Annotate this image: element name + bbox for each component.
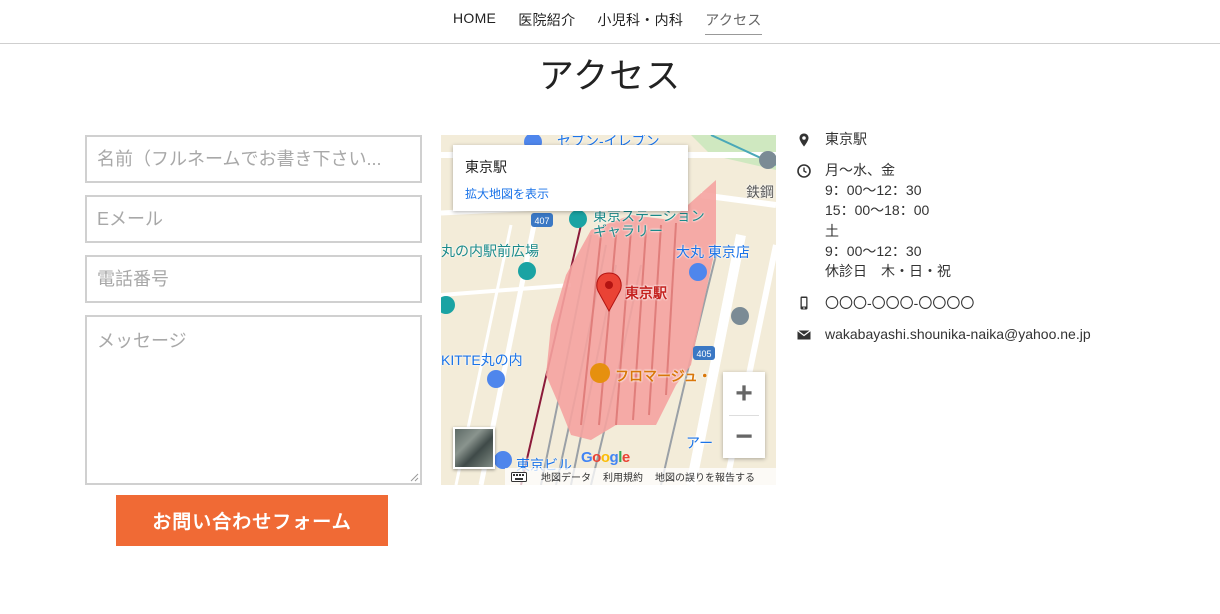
terms-link[interactable]: 利用規約 bbox=[603, 469, 643, 484]
phone-text: 〇〇〇-〇〇〇-〇〇〇〇 bbox=[825, 295, 975, 311]
hours-line: 15：00〜18：00 bbox=[825, 202, 930, 219]
clock-icon bbox=[797, 164, 811, 178]
keyboard-icon[interactable] bbox=[511, 472, 527, 482]
page-title: アクセス bbox=[538, 57, 682, 96]
map-label-ar: アー bbox=[686, 435, 714, 451]
zoom-out-button[interactable]: − bbox=[723, 415, 765, 458]
map-label-fromage: フロマージュ・ bbox=[615, 368, 712, 384]
map-label-marunouchi-plaza: 丸の内駅前広場 bbox=[441, 243, 539, 259]
svg-text:407: 407 bbox=[534, 216, 549, 226]
map-data-link[interactable]: 地図データ bbox=[541, 469, 591, 484]
hours-line: 月〜水、金 bbox=[825, 162, 895, 178]
zoom-controls: + − bbox=[723, 372, 765, 458]
message-textarea[interactable] bbox=[85, 315, 422, 485]
hours-text: 月〜水、金 9：00〜12：30 15：00〜18：00 土 9：00〜12：3… bbox=[825, 160, 951, 281]
hours-line: 9：00〜12：30 bbox=[825, 182, 922, 199]
view-larger-map-link[interactable]: 拡大地図を表示 bbox=[465, 185, 676, 202]
email-text[interactable]: wakabayashi.shounika-naika@yahoo.ne.jp bbox=[825, 324, 1091, 344]
map-label-station-gallery-2: ギャラリー bbox=[593, 223, 663, 239]
hours-line: 休診日 木・日・祝 bbox=[825, 263, 951, 280]
nav-item-access[interactable]: アクセス bbox=[705, 10, 762, 35]
email-input[interactable] bbox=[85, 195, 422, 243]
contact-form-submit-button[interactable]: お問い合わせフォーム bbox=[116, 495, 388, 546]
top-navigation: HOME 医院紹介 小児科・内科 アクセス bbox=[0, 0, 1220, 44]
nav-item-pediatrics-internal[interactable]: 小児科・内科 bbox=[597, 10, 683, 35]
nav-item-home[interactable]: HOME bbox=[453, 10, 496, 35]
hours-line: 9：00〜12：30 bbox=[825, 242, 922, 259]
name-input[interactable] bbox=[85, 135, 422, 183]
map-pin-icon bbox=[799, 133, 809, 147]
location-text: 東京駅 bbox=[825, 131, 867, 147]
map-embed[interactable]: 407 405 セブン-イレブン 東京ステーション ギャラリー 丸の内駅前広場 … bbox=[441, 135, 776, 485]
mobile-phone-icon bbox=[800, 296, 808, 310]
map-label-kitte: KITTE丸の内 bbox=[441, 352, 523, 368]
svg-text:405: 405 bbox=[696, 349, 711, 359]
map-label-daimaru: 大丸 東京店 bbox=[676, 244, 750, 260]
map-footer: 地図データ 利用規約 地図の誤りを報告する bbox=[505, 468, 776, 485]
hours-line: 土 bbox=[825, 222, 839, 239]
envelope-icon bbox=[797, 330, 811, 340]
map-info-card: 東京駅 拡大地図を表示 bbox=[453, 145, 688, 211]
satellite-toggle-thumbnail[interactable] bbox=[453, 427, 495, 469]
nav-item-clinic-intro[interactable]: 医院紹介 bbox=[518, 10, 575, 35]
zoom-in-button[interactable]: + bbox=[723, 372, 765, 415]
map-label-tekko: 鉄鋼 bbox=[746, 184, 774, 200]
map-card-title: 東京駅 bbox=[465, 159, 507, 175]
google-logo: Google bbox=[581, 449, 630, 466]
nav-menu: HOME 医院紹介 小児科・内科 アクセス bbox=[453, 10, 762, 35]
report-error-link[interactable]: 地図の誤りを報告する bbox=[655, 469, 755, 484]
map-pin-label: 東京駅 bbox=[625, 285, 667, 301]
phone-input[interactable] bbox=[85, 255, 422, 303]
